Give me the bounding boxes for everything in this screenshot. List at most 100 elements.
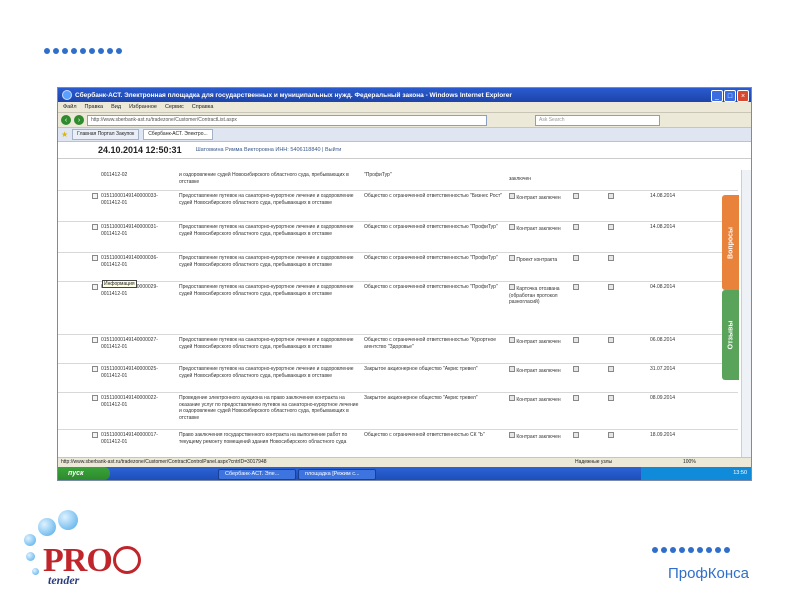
row-checkbox[interactable] (92, 395, 98, 404)
zoom-level[interactable]: 100% (683, 458, 696, 467)
table-row: 01511000149140000029-0011412-01 Предоста… (58, 282, 738, 335)
flag-checkbox (573, 366, 579, 375)
table-row: 01511000149140000033-0011412-01 Предоста… (58, 191, 738, 222)
info-tooltip: Информация (102, 280, 137, 288)
contract-supplier: Общество с ограниченной ответственностью… (364, 193, 503, 199)
contract-status: Контракт заключен (509, 337, 569, 346)
address-bar: ‹ › http://www.sberbank-ast.ru/tradezone… (58, 113, 751, 128)
contract-id[interactable]: 01511000149140000017-0011412-01 (101, 432, 173, 445)
contract-date: 04.08.2014 (650, 284, 676, 290)
contract-supplier: "ПрофиТур" (364, 172, 392, 178)
contract-supplier: Общество с ограниченной ответственностью… (364, 224, 498, 230)
menu-view[interactable]: Вид (111, 104, 121, 110)
user-info-link[interactable]: Шатовкина Римма Викторовна ИНН: 54061188… (196, 147, 342, 153)
flag-checkbox (608, 337, 614, 346)
row-checkbox[interactable] (92, 255, 98, 264)
taskbar-item-document[interactable]: площадка [Режим с... (298, 469, 376, 480)
reviews-label: Отзывы (727, 320, 734, 350)
contract-supplier: Закрытое акционерное общество "Акрис тре… (364, 366, 478, 372)
system-tray-clock: 13:50 (641, 467, 751, 480)
status-text: Контракт заключен (516, 368, 561, 374)
row-checkbox[interactable] (92, 224, 98, 233)
row-checkbox[interactable] (92, 337, 98, 346)
flag-checkbox (608, 224, 614, 233)
reviews-tab[interactable]: Отзывы (722, 290, 739, 380)
close-button[interactable]: × (737, 90, 749, 102)
menu-edit[interactable]: Правка (85, 104, 104, 110)
contract-date: 06.08.2014 (650, 337, 676, 343)
start-button[interactable]: пуск (58, 467, 110, 480)
contract-id[interactable]: 01511000149140000036-0011412-01 (101, 255, 173, 268)
table-row: 01511000149140000022-0011412-01 Проведен… (58, 393, 738, 430)
contract-date: 18.09.2014 (650, 432, 676, 438)
menu-file[interactable]: Файл (63, 104, 77, 110)
maximize-button[interactable]: □ (724, 90, 736, 102)
contract-supplier: Общество с ограниченной ответственностью… (364, 432, 485, 438)
questions-label: Вопросы (727, 226, 734, 259)
status-text: Карточка отозвана (обработан протокол ра… (509, 286, 560, 305)
contract-id[interactable]: 01511000149140000025-0011412-01 (101, 366, 173, 379)
tab-sberbank-ast[interactable]: Сбербанк-АСТ. Электро... (143, 129, 213, 140)
table-row: 01511000149140000031-0011412-01 Предоста… (58, 222, 738, 253)
search-input[interactable]: Ask Search (535, 114, 660, 126)
decorative-dots-top (44, 48, 122, 54)
url-field[interactable]: http://www.sberbank-ast.ru/tradezone/Cus… (87, 114, 487, 126)
status-text: Контракт заключен (516, 339, 561, 345)
contract-date: 14.08.2014 (650, 224, 676, 230)
contract-status: Карточка отозвана (обработан протокол ра… (509, 284, 569, 306)
contract-id[interactable]: 01511000149140000027-0011412-01 (101, 337, 173, 350)
flag-checkbox (573, 224, 579, 233)
window-title: Сбербанк-АСТ. Электронная площадка для г… (75, 91, 512, 99)
flag-checkbox (608, 366, 614, 375)
contract-status: Контракт заключен (509, 395, 569, 404)
row-checkbox[interactable] (92, 193, 98, 202)
flag-checkbox (573, 337, 579, 346)
contract-subject: и оздоровление судей Новосибирского обла… (179, 172, 349, 185)
contract-id[interactable]: 01511000149140000033-0011412-01 (101, 193, 173, 206)
status-text: Контракт заключен (516, 226, 561, 232)
contract-id[interactable]: 01511000149140000031-0011412-01 (101, 224, 173, 237)
flag-checkbox (608, 432, 614, 441)
status-bar: http://www.sberbank-ast.ru/tradezone/Cus… (58, 457, 751, 467)
flag-checkbox (608, 255, 614, 264)
table-row: 01511000149140000036-0011412-01 Предоста… (58, 253, 738, 282)
menu-favorites[interactable]: Избранное (129, 104, 157, 110)
minimize-button[interactable]: _ (711, 90, 723, 102)
forward-icon[interactable]: › (74, 115, 84, 125)
menu-tools[interactable]: Сервис (165, 104, 184, 110)
taskbar-item-browser[interactable]: Сбербанк-АСТ. Эле... (218, 469, 296, 480)
contract-list: 0011412-02 и оздоровление судей Новосиби… (58, 170, 738, 457)
row-checkbox[interactable] (92, 284, 98, 293)
window-titlebar: Сбербанк-АСТ. Электронная площадка для г… (58, 88, 751, 102)
back-icon[interactable]: ‹ (61, 115, 71, 125)
contract-subject: Предоставление путевок на санаторно-куро… (179, 337, 354, 350)
row-checkbox[interactable] (92, 366, 98, 375)
row-checkbox[interactable] (92, 432, 98, 441)
tab-bar: ★ Главная Портал Закупок Сбербанк-АСТ. Э… (58, 128, 751, 142)
menu-help[interactable]: Справка (192, 104, 214, 110)
vertical-scrollbar[interactable] (741, 170, 751, 457)
browser-screenshot: Сбербанк-АСТ. Электронная площадка для г… (57, 87, 752, 481)
table-row: 01511000149140000017-0011412-01 Право за… (58, 430, 738, 457)
contract-subject: Предоставление путевок на санаторно-куро… (179, 366, 354, 379)
logo-tender-text: tender (48, 573, 80, 587)
security-zone: Надежные узлы (575, 459, 613, 465)
status-text: Контракт заключен (516, 195, 561, 201)
favorites-star-icon[interactable]: ★ (61, 130, 68, 139)
window-controls: _ □ × (711, 90, 749, 102)
tab-portal[interactable]: Главная Портал Закупок (72, 129, 140, 140)
status-text: Контракт заключен (516, 434, 561, 440)
contract-id[interactable]: 01511000149140000022-0011412-01 (101, 395, 173, 408)
windows-taskbar: пуск Сбербанк-АСТ. Эле... площадка [Режи… (58, 467, 751, 480)
contract-id[interactable]: 0011412-02 (101, 172, 173, 179)
contract-subject: Право заключения государственного контра… (179, 432, 348, 445)
flag-checkbox (608, 193, 614, 202)
status-text: Контракт заключен (516, 397, 561, 403)
flag-checkbox (573, 255, 579, 264)
flag-checkbox (608, 284, 614, 293)
logo-o-mark (113, 546, 141, 574)
flag-checkbox (573, 284, 579, 293)
questions-tab[interactable]: Вопросы (722, 195, 739, 290)
contract-subject: Предоставление путевок на санаторно-куро… (179, 284, 354, 297)
brand-name: ПрофКонса (668, 565, 750, 582)
